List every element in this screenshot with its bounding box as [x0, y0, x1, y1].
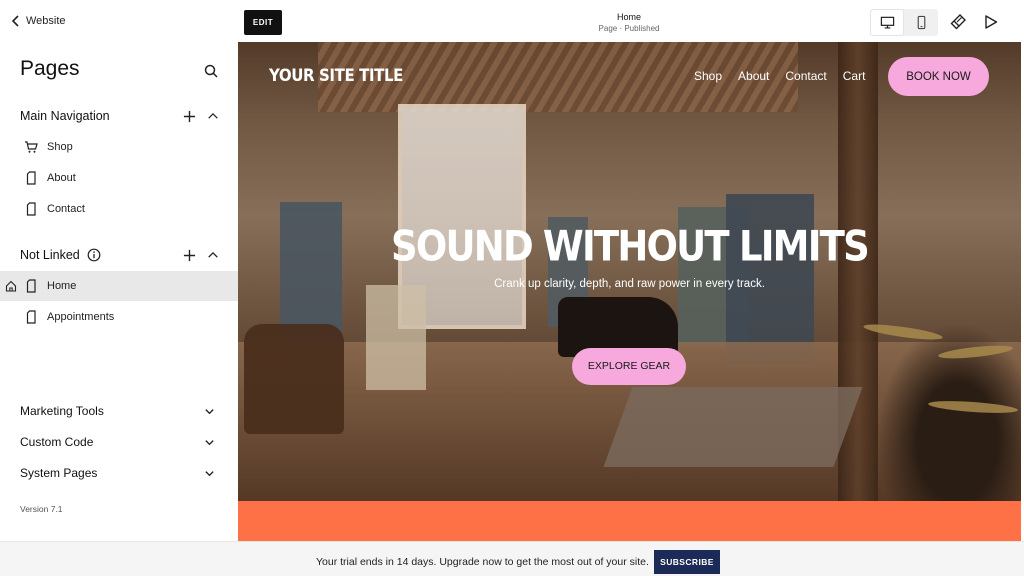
cart-icon: [25, 141, 38, 153]
page-icon: [26, 171, 36, 185]
marketing-tools-section[interactable]: Marketing Tools: [20, 401, 215, 421]
sidebar-item-label: Shop: [47, 141, 73, 153]
site-nav-shop[interactable]: Shop: [694, 69, 722, 83]
add-page-icon[interactable]: [182, 109, 196, 123]
site-preview-canvas[interactable]: YOUR SITE TITLE Shop About Contact Cart …: [238, 42, 1021, 541]
trial-message: Your trial ends in 14 days. Upgrade now …: [316, 556, 649, 568]
hero-image-speaker: [366, 285, 426, 390]
main-navigation-header: Main Navigation: [20, 106, 220, 126]
home-icon: [5, 280, 17, 292]
chevron-down-icon: [205, 408, 214, 414]
current-page-status: Page · Published: [598, 24, 660, 33]
search-icon[interactable]: [203, 63, 219, 79]
editor-toolbar: EDIT Home Page · Published: [238, 0, 1024, 42]
site-nav-about[interactable]: About: [738, 69, 769, 83]
system-pages-section[interactable]: System Pages: [20, 463, 215, 483]
sidebar-item-about[interactable]: About: [0, 163, 238, 193]
sidebar-item-shop[interactable]: Shop: [0, 132, 238, 162]
version-label: Version 7.1: [20, 504, 63, 514]
device-toggle: [870, 9, 938, 36]
sidebar-item-label: Home: [47, 280, 77, 292]
page-icon: [26, 202, 36, 216]
not-linked-label: Not Linked: [20, 248, 80, 262]
add-page-icon[interactable]: [182, 248, 196, 262]
hero-heading: SOUND WITHOUT LIMITS: [391, 222, 870, 271]
current-page-info: Home Page · Published: [568, 12, 690, 33]
sidebar-item-label: Contact: [47, 203, 85, 215]
sidebar-item-home[interactable]: Home: [0, 271, 238, 301]
section-label: Custom Code: [20, 435, 94, 449]
mobile-view-button[interactable]: [904, 9, 938, 36]
chevron-up-icon[interactable]: [206, 109, 220, 123]
hero-subheading: Crank up clarity, depth, and raw power i…: [494, 278, 765, 290]
pages-sidebar: Website Pages Main Navigation Shop About…: [0, 0, 238, 541]
hero-image-chair: [244, 324, 344, 434]
page-title: Pages: [20, 57, 80, 80]
site-nav-contact[interactable]: Contact: [785, 69, 826, 83]
main-navigation-label: Main Navigation: [20, 109, 110, 123]
custom-code-section[interactable]: Custom Code: [20, 432, 215, 452]
mobile-icon: [917, 15, 925, 30]
chevron-down-icon: [205, 439, 214, 445]
book-now-button[interactable]: BOOK NOW: [888, 57, 989, 96]
explore-gear-button[interactable]: EXPLORE GEAR: [572, 348, 686, 385]
current-page-title: Home: [616, 12, 641, 22]
page-icon: [26, 310, 36, 324]
section-label: System Pages: [20, 466, 98, 480]
hero-image-bench: [603, 387, 863, 467]
chevron-left-icon: [11, 15, 19, 27]
play-icon[interactable]: [983, 14, 999, 30]
desktop-view-button[interactable]: [870, 9, 904, 36]
trial-banner: Your trial ends in 14 days. Upgrade now …: [0, 541, 1024, 576]
desktop-icon: [880, 16, 894, 29]
paintbrush-icon[interactable]: [949, 13, 967, 31]
hero-section[interactable]: YOUR SITE TITLE Shop About Contact Cart …: [238, 42, 1021, 501]
site-navigation: Shop About Contact Cart: [694, 69, 865, 83]
next-section-strip[interactable]: [238, 501, 1021, 541]
sidebar-item-contact[interactable]: Contact: [0, 194, 238, 224]
subscribe-button[interactable]: SUBSCRIBE: [654, 550, 720, 574]
page-icon: [26, 279, 36, 293]
chevron-down-icon: [205, 470, 214, 476]
back-to-website-link[interactable]: Website: [10, 15, 66, 27]
not-linked-header: Not Linked: [20, 245, 220, 265]
sidebar-item-label: Appointments: [47, 311, 115, 323]
info-icon[interactable]: [87, 248, 101, 262]
sidebar-item-appointments[interactable]: Appointments: [0, 302, 238, 332]
back-link-label: Website: [26, 15, 66, 27]
site-nav-cart[interactable]: Cart: [843, 69, 866, 83]
edit-button[interactable]: EDIT: [244, 10, 282, 35]
sidebar-item-label: About: [47, 172, 76, 184]
section-label: Marketing Tools: [20, 404, 104, 418]
chevron-up-icon[interactable]: [206, 248, 220, 262]
site-title[interactable]: YOUR SITE TITLE: [269, 65, 403, 86]
